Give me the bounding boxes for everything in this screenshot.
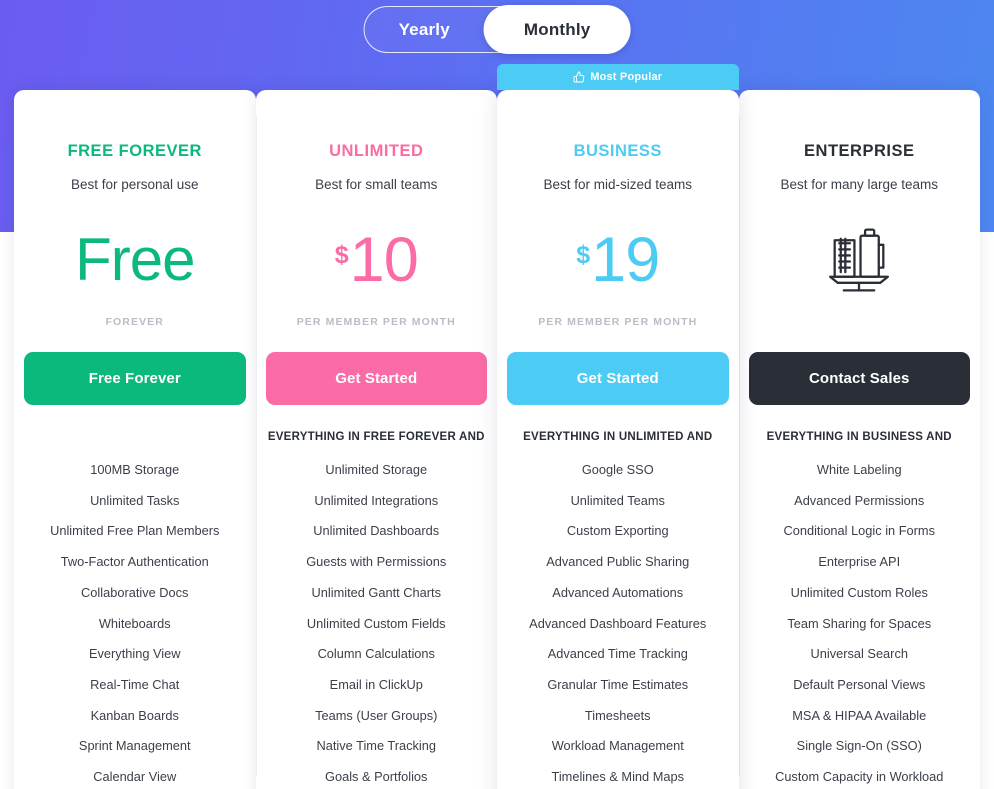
feature-item: Granular Time Estimates <box>547 676 689 692</box>
feature-item: Advanced Time Tracking <box>547 646 688 662</box>
thumbs-up-icon <box>573 71 585 83</box>
plan-name-free-forever: FREE FOREVER <box>67 142 202 160</box>
pricing-card-grid: FREE FOREVER Best for personal use Free FOR… <box>14 64 980 789</box>
feature-list-unlimited: Unlimited Storage Unlimited Integrations U… <box>266 455 488 789</box>
plan-tagline-business: Best for mid-sized teams <box>543 177 693 192</box>
plan-tagline-unlimited: Best for small teams <box>315 177 438 192</box>
pricing-card-unlimited: UNLIMITED Best for small teams $10 PER MEMB… <box>255 90 497 789</box>
feature-item: Collaborative Docs <box>81 584 189 600</box>
feature-item: MSA & HIPAA Available <box>792 707 927 723</box>
feature-item: Unlimited Gantt Charts <box>311 584 441 600</box>
feature-item: Calendar View <box>93 769 177 785</box>
plan-name-enterprise: ENTERPRISE <box>804 142 915 160</box>
plan-name-business: BUSINESS <box>573 142 662 160</box>
feature-item: Unlimited Dashboards <box>313 523 440 539</box>
toggle-option-monthly[interactable]: Monthly <box>483 5 631 54</box>
everything-included-label-enterprise: EVERYTHING IN BUSINESS AND <box>766 431 952 443</box>
plan-tagline-enterprise: Best for many large teams <box>780 177 939 192</box>
feature-item: Native Time Tracking <box>316 738 436 754</box>
feature-item: White Labeling <box>816 462 902 477</box>
price-amount-business: 19 <box>591 224 660 295</box>
feature-item: Single Sign-On (SSO) <box>796 738 922 754</box>
feature-item: 100MB Storage <box>90 462 180 477</box>
feature-item: Advanced Automations <box>552 584 684 600</box>
feature-item: Timesheets <box>584 707 651 723</box>
everything-included-label-business: EVERYTHING IN UNLIMITED AND <box>523 431 713 443</box>
billing-period-toggle[interactable]: Yearly Monthly <box>363 5 631 54</box>
feature-list-free-forever: 100MB Storage Unlimited Tasks Unlimited Fr… <box>24 455 246 789</box>
feature-item: Email in ClickUp <box>329 676 423 692</box>
price-area-unlimited: $10 <box>266 200 488 320</box>
enterprise-building-icon <box>749 200 971 320</box>
feature-item: Universal Search <box>810 646 908 662</box>
cta-button-unlimited[interactable]: Get Started <box>265 352 487 405</box>
price-note-unlimited: PER MEMBER PER MONTH <box>296 316 456 328</box>
pricing-card-enterprise: ENTERPRISE Best for many large teams Conta… <box>738 90 980 789</box>
price-note-free-forever: FOREVER <box>105 316 164 328</box>
feature-item: Everything View <box>88 646 181 662</box>
feature-item: Advanced Permissions <box>794 492 925 508</box>
feature-item: Sprint Management <box>78 738 191 754</box>
most-popular-label: Most Popular <box>590 71 663 83</box>
feature-item: Whiteboards <box>98 615 171 631</box>
feature-item: Advanced Dashboard Features <box>529 615 707 631</box>
feature-item: Guests with Permissions <box>306 554 447 570</box>
feature-item: Kanban Boards <box>90 707 179 723</box>
feature-item: Unlimited Custom Fields <box>306 615 446 631</box>
feature-item: Column Calculations <box>317 646 435 662</box>
cta-button-free-forever[interactable]: Free Forever <box>24 352 246 405</box>
toggle-option-yearly[interactable]: Yearly <box>365 6 484 53</box>
price-area-business: $19 <box>507 200 729 320</box>
feature-item: Google SSO <box>581 462 654 477</box>
feature-item: Custom Exporting <box>566 523 669 539</box>
feature-item: Timelines & Mind Maps <box>551 769 684 785</box>
feature-item: Workload Management <box>551 738 684 754</box>
pricing-card-free-forever: FREE FOREVER Best for personal use Free FOR… <box>14 90 256 789</box>
price-note-business: PER MEMBER PER MONTH <box>538 316 698 328</box>
feature-item: Default Personal Views <box>793 676 926 692</box>
cta-button-business[interactable]: Get Started <box>507 352 729 405</box>
feature-item: Real-Time Chat <box>90 676 180 692</box>
feature-item: Conditional Logic in Forms <box>783 523 935 539</box>
feature-item: Teams (User Groups) <box>315 707 438 723</box>
cta-button-enterprise[interactable]: Contact Sales <box>748 352 970 405</box>
price-area-free-forever: Free <box>24 200 246 320</box>
feature-list-enterprise: White Labeling Advanced Permissions Condit… <box>749 455 971 789</box>
everything-included-label-unlimited: EVERYTHING IN FREE FOREVER AND <box>267 431 485 443</box>
everything-included-label-free-forever <box>24 431 246 447</box>
pricing-card-business: Most Popular BUSINESS Best for mid-sized t… <box>497 64 739 789</box>
feature-item: Advanced Public Sharing <box>546 554 690 570</box>
feature-item: Unlimited Tasks <box>90 492 180 508</box>
feature-item: Goals & Portfolios <box>325 769 428 785</box>
price-amount-unlimited: 10 <box>349 224 419 295</box>
plan-tagline-free-forever: Best for personal use <box>70 177 199 192</box>
feature-item: Two-Factor Authentication <box>60 554 209 570</box>
price-amount-free-forever: Free <box>75 226 195 293</box>
most-popular-badge: Most Popular <box>497 64 739 90</box>
feature-item: Custom Capacity in Workload <box>775 769 944 785</box>
feature-item: Enterprise API <box>818 554 901 570</box>
feature-item: Unlimited Integrations <box>314 492 439 508</box>
plan-name-unlimited: UNLIMITED <box>329 142 424 160</box>
feature-list-business: Google SSO Unlimited Teams Custom Exportin… <box>507 455 729 789</box>
price-currency-unlimited: $ <box>334 240 349 269</box>
price-note-enterprise <box>749 316 971 330</box>
feature-item: Unlimited Teams <box>570 492 665 508</box>
feature-item: Unlimited Free Plan Members <box>50 523 220 539</box>
price-currency-business: $ <box>576 240 591 269</box>
feature-item: Unlimited Custom Roles <box>790 584 928 600</box>
feature-item: Team Sharing for Spaces <box>787 615 932 631</box>
feature-item: Unlimited Storage <box>325 462 428 477</box>
